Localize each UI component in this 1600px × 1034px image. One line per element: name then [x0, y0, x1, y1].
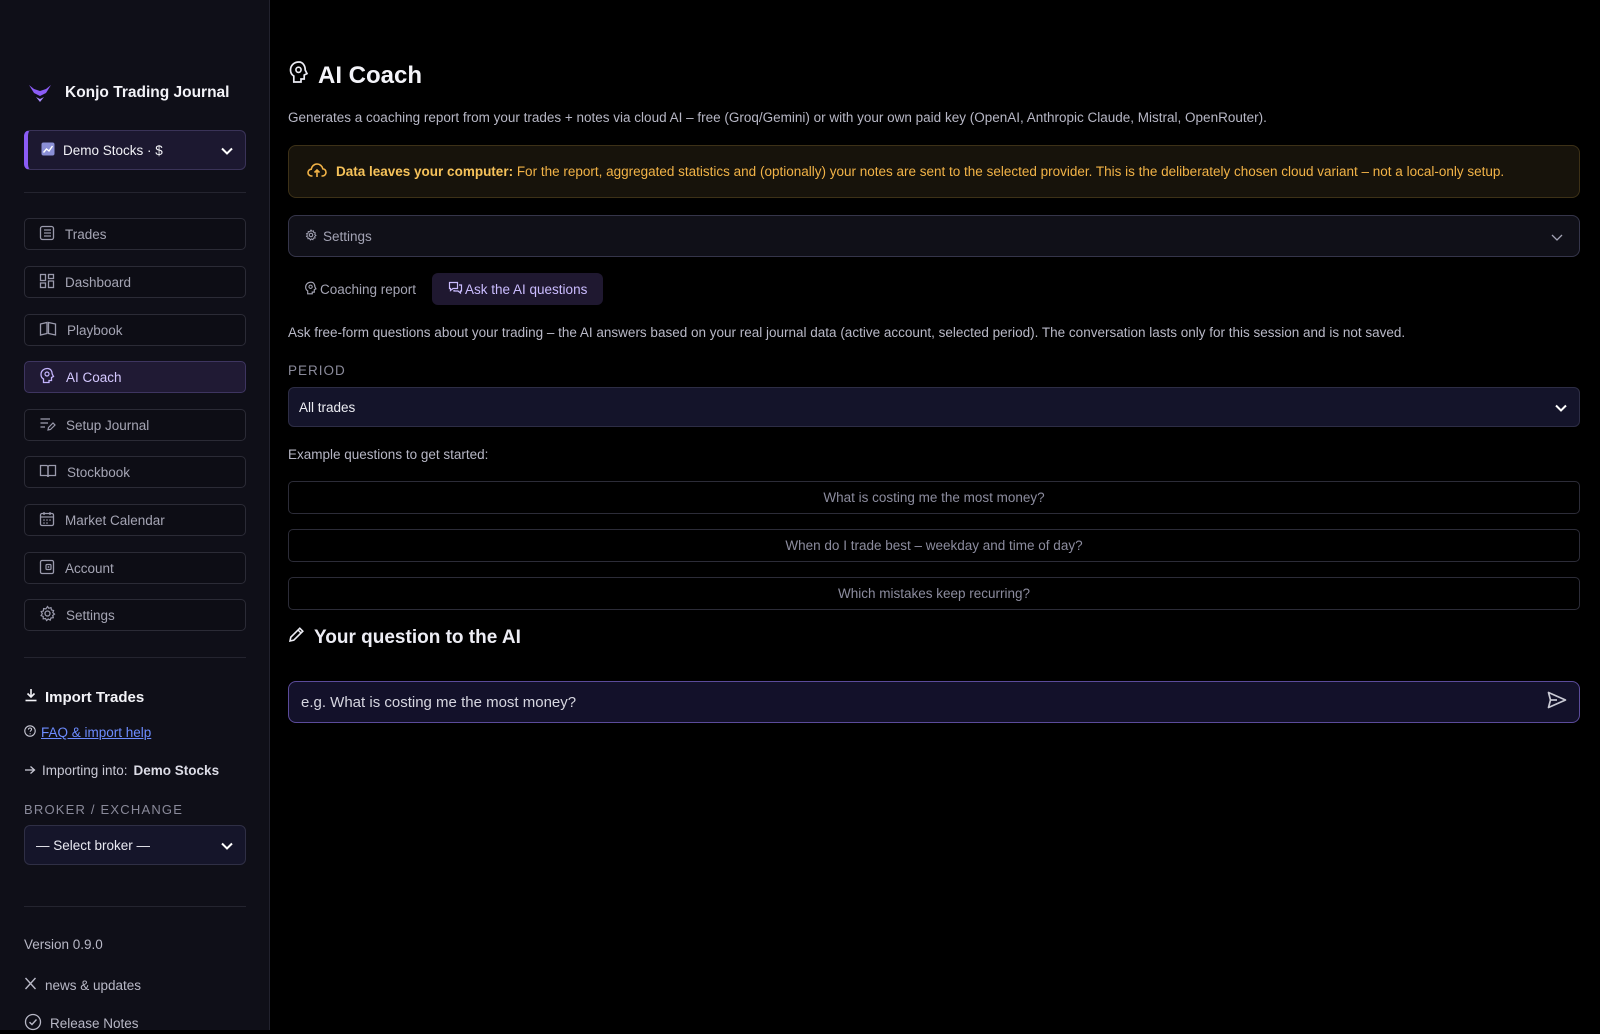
broker-select-value: — Select broker —: [36, 837, 151, 853]
brain-icon: [288, 60, 310, 91]
sidebar-item-label: Dashboard: [65, 274, 132, 290]
gear-icon: [39, 605, 56, 625]
app-name: Konjo Trading Journal: [65, 84, 230, 101]
download-icon: [24, 688, 38, 706]
release-notes-link[interactable]: Release Notes: [24, 1013, 139, 1034]
warning-body: For the report, aggregated statistics an…: [513, 164, 1505, 179]
faq-import-help-link[interactable]: FAQ & import help: [41, 725, 151, 740]
wallet-icon: [39, 559, 55, 578]
settings-accordion-label: Settings: [323, 228, 372, 244]
chat-icon: [448, 281, 463, 298]
account-selector-value: Demo Stocks · $: [63, 142, 163, 158]
main-content: AI Coach Generates a coaching report fro…: [288, 0, 1580, 1030]
chevron-down-icon: [1551, 229, 1563, 244]
sidebar-item-setup-journal[interactable]: Setup Journal: [24, 409, 246, 441]
intro-text: Ask free-form questions about your tradi…: [288, 325, 1406, 340]
sidebar-item-label: Settings: [66, 607, 115, 623]
question-heading: Your question to the AI: [288, 626, 521, 649]
period-select[interactable]: All trades: [288, 387, 1580, 427]
import-trades-title: Import Trades: [45, 688, 145, 706]
warning-bold: Data leaves your computer:: [336, 164, 514, 179]
badge-check-icon: [24, 1013, 42, 1034]
list-edit-icon: [39, 416, 56, 435]
pencil-icon: [288, 626, 305, 649]
chevron-down-icon: [1555, 400, 1567, 415]
import-trades-heading: Import Trades: [24, 688, 144, 706]
gear-icon: [305, 228, 317, 244]
sidebar-divider: [24, 192, 246, 193]
chevron-down-icon: [221, 838, 233, 853]
book-icon: [39, 463, 57, 482]
period-select-value: All trades: [299, 399, 356, 415]
send-button[interactable]: [1547, 691, 1567, 714]
question-input-wrapper: [288, 681, 1580, 723]
chevron-down-icon: [221, 143, 233, 158]
period-label: PERIOD: [288, 363, 346, 378]
page-description: Generates a coaching report from your tr…: [288, 110, 1267, 125]
importing-account: Demo Stocks: [133, 763, 220, 778]
examples-label: Example questions to get started:: [288, 447, 489, 462]
tab-label: Coaching report: [320, 281, 417, 297]
sidebar-item-label: AI Coach: [66, 369, 122, 385]
send-icon: [1547, 691, 1567, 714]
sidebar-item-label: Market Calendar: [65, 512, 165, 528]
sidebar-item-label: Stockbook: [67, 464, 131, 480]
page-title-text: AI Coach: [318, 61, 423, 89]
faq-row: FAQ & import help: [24, 725, 151, 740]
sidebar-item-market-calendar[interactable]: Market Calendar: [24, 504, 246, 536]
sidebar-item-dashboard[interactable]: Dashboard: [24, 266, 246, 298]
page-title: AI Coach: [288, 60, 422, 91]
cloud-upload-icon: [307, 162, 327, 181]
news-link[interactable]: news & updates: [24, 977, 141, 993]
sidebar-item-label: Setup Journal: [66, 417, 150, 433]
news-label: news & updates: [45, 977, 142, 993]
settings-accordion[interactable]: Settings: [288, 215, 1580, 257]
version-label: Version 0.9.0: [24, 937, 103, 952]
konjo-logo-icon: [28, 83, 52, 103]
arrow-right-icon: [24, 763, 36, 778]
brain-icon: [304, 281, 318, 298]
release-notes-label: Release Notes: [50, 1016, 139, 1031]
sidebar-item-trades[interactable]: Trades: [24, 218, 246, 250]
importing-prefix: Importing into:: [42, 763, 128, 778]
question-heading-text: Your question to the AI: [314, 626, 521, 648]
brain-icon: [39, 367, 56, 387]
grid-icon: [39, 273, 55, 292]
help-circle-icon: [24, 725, 36, 740]
importing-into: Importing into: Demo Stocks: [24, 763, 219, 778]
tab-label: Ask the AI questions: [465, 281, 588, 297]
sidebar: Konjo Trading Journal Demo Stocks · $ Tr…: [0, 0, 270, 1031]
data-warning-banner: Data leaves your computer: For the repor…: [288, 145, 1580, 198]
sidebar-item-label: Playbook: [67, 322, 123, 338]
sidebar-divider: [24, 657, 246, 658]
sidebar-item-label: Account: [65, 560, 114, 576]
sidebar-item-label: Trades: [65, 226, 107, 242]
question-input[interactable]: [299, 692, 1547, 712]
example-question-button[interactable]: When do I trade best – weekday and time …: [288, 529, 1580, 562]
example-question-button[interactable]: Which mistakes keep recurring?: [288, 577, 1580, 610]
tab-ask-the-ai-questions[interactable]: Ask the AI questions: [432, 273, 604, 305]
sidebar-divider: [24, 906, 246, 907]
list-icon: [39, 225, 55, 244]
broker-label: BROKER / EXCHANGE: [24, 802, 184, 817]
warning-text: Data leaves your computer: For the repor…: [336, 164, 1504, 179]
sidebar-item-ai-coach[interactable]: AI Coach: [24, 361, 246, 393]
brand: Konjo Trading Journal: [28, 80, 229, 106]
sidebar-item-settings[interactable]: Settings: [24, 599, 246, 631]
calendar-icon: [39, 511, 55, 530]
example-question-button[interactable]: What is costing me the most money?: [288, 481, 1580, 514]
sidebar-item-playbook[interactable]: Playbook: [24, 314, 246, 346]
tab-coaching-report[interactable]: Coaching report: [288, 273, 432, 305]
x-logo-icon: [24, 977, 37, 993]
account-selector[interactable]: Demo Stocks · $: [24, 130, 246, 170]
book-open-icon: [39, 321, 57, 340]
sidebar-item-account[interactable]: Account: [24, 552, 246, 584]
sidebar-item-stockbook[interactable]: Stockbook: [24, 456, 246, 488]
chart-icon: [41, 142, 55, 159]
broker-select[interactable]: — Select broker —: [24, 825, 246, 865]
